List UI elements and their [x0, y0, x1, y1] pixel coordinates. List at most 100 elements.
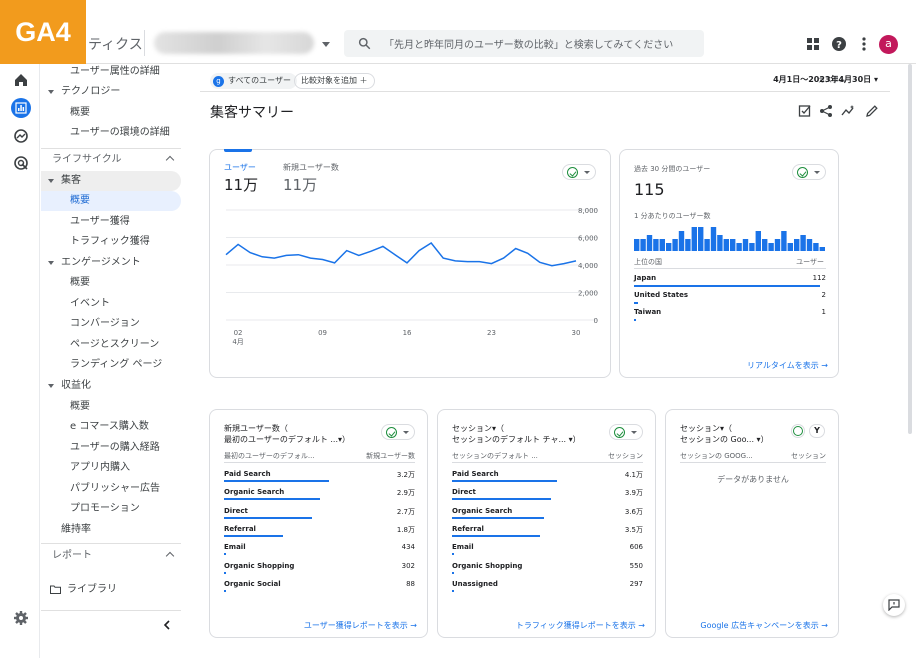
nav-group-acquisition[interactable]: 集客 — [41, 171, 181, 191]
nav-item-acq-overview[interactable]: 概要 — [41, 191, 181, 211]
per-minute-bar — [653, 239, 659, 251]
nav-item-demographic-details[interactable]: ユーザー属性の詳細 — [41, 62, 160, 82]
gear-icon[interactable] — [13, 610, 29, 626]
property-selector-blurred[interactable] — [154, 32, 314, 54]
table-row[interactable]: Referral 3.5万 — [452, 522, 643, 540]
row-dimension: Organic Search — [452, 506, 513, 515]
nav-item-traffic-acquisition[interactable]: トラフィック獲得 — [41, 232, 150, 252]
row-dimension: Organic Social — [224, 579, 281, 588]
chevron-up-icon — [165, 155, 175, 165]
table-row[interactable]: Direct 3.9万 — [452, 485, 643, 503]
property-separator — [144, 30, 145, 56]
date-range-picker[interactable]: 4月1日～2023年4月30日 ▾ — [773, 74, 878, 85]
x-tick-sublabel: 4月 — [232, 338, 243, 346]
view-user-acquisition-link[interactable]: ユーザー獲得レポートを表示 → — [304, 620, 417, 631]
compare-toggle-button[interactable] — [609, 424, 643, 440]
home-icon[interactable] — [13, 72, 29, 88]
nav-item-pages-screens[interactable]: ページとスクリーン — [41, 335, 159, 355]
feedback-button[interactable] — [883, 594, 905, 616]
nav-section-lifecycle[interactable]: ライフサイクル — [41, 150, 181, 170]
table-row[interactable]: Paid Search 3.2万 — [224, 467, 415, 485]
table-row[interactable]: Paid Search 4.1万 — [452, 467, 643, 485]
page-scrollbar[interactable] — [908, 64, 912, 434]
compare-toggle-button[interactable] — [791, 424, 805, 438]
nav-item-tech-overview[interactable]: 概要 — [41, 103, 90, 123]
view-realtime-link[interactable]: リアルタイムを表示 → — [747, 360, 828, 371]
card-title[interactable]: セッション▾（ セッションのデフォルト チャ... ▾） — [452, 423, 581, 445]
table-row[interactable]: Organic Shopping 550 — [452, 559, 643, 577]
nav-item-conversions[interactable]: コンバージョン — [41, 314, 140, 334]
chevron-down-icon[interactable] — [322, 42, 330, 47]
nav-item-ecommerce[interactable]: e コマース購入数 — [41, 417, 149, 437]
realtime-value: 115 — [634, 180, 665, 199]
add-comparison-button[interactable]: 比較対象を追加 ＋ — [294, 73, 375, 89]
nav-item-promotions[interactable]: プロモーション — [41, 499, 140, 519]
table-row[interactable]: Email 434 — [224, 540, 415, 558]
nav-item-publisher-ads[interactable]: パブリッシャー広告 — [41, 479, 160, 499]
nav-item-retention[interactable]: 維持率 — [41, 520, 91, 540]
table-row[interactable]: Organic Search 2.9万 — [224, 485, 415, 503]
nav-group-engagement[interactable]: エンゲージメント — [41, 253, 141, 273]
edit-pencil-icon[interactable] — [865, 104, 879, 118]
row-value: 3.5万 — [624, 525, 643, 534]
table-row[interactable]: Direct 2.7万 — [224, 504, 415, 522]
nav-item-tech-details[interactable]: ユーザーの環境の詳細 — [41, 123, 170, 143]
insights-icon[interactable] — [841, 104, 855, 118]
nav-item-in-app-purchase[interactable]: アプリ内購入 — [41, 458, 130, 478]
view-traffic-acquisition-link[interactable]: トラフィック獲得レポートを表示 → — [516, 620, 645, 631]
view-google-ads-link[interactable]: Google 広告キャンペーンを表示 → — [700, 620, 828, 631]
table-row[interactable]: Organic Shopping 302 — [224, 559, 415, 577]
help-icon[interactable]: ? — [831, 36, 847, 52]
nav-item-events[interactable]: イベント — [41, 294, 110, 314]
search-bar[interactable]: 「先月と昨年同月のユーザー数の比較」と検索してみてください — [344, 30, 704, 57]
row-value: 1.8万 — [396, 525, 415, 534]
caret-down-icon — [814, 171, 820, 174]
nav-item-eng-overview[interactable]: 概要 — [41, 273, 90, 293]
reports-button[interactable] — [11, 98, 31, 118]
nav-item-purchase-journey[interactable]: ユーザーの購入経路 — [41, 438, 160, 458]
segment-chip-all-users[interactable]: g すべてのユーザー — [210, 73, 297, 89]
more-vert-icon[interactable] — [856, 36, 872, 52]
collapse-chevron-icon[interactable] — [163, 620, 171, 630]
explore-icon[interactable] — [13, 128, 29, 144]
table-row[interactable]: Organic Social 88 — [224, 577, 415, 595]
row-value: 434 — [401, 543, 415, 552]
column-header-metric: セッション — [791, 452, 826, 460]
nav-section-reports[interactable]: レポート — [41, 546, 181, 566]
table-row[interactable]: Organic Search 3.6万 — [452, 504, 643, 522]
per-minute-bar — [646, 235, 653, 251]
filter-button[interactable]: Y — [809, 424, 825, 438]
compare-toggle-button[interactable] — [562, 164, 596, 180]
customize-report-icon[interactable] — [798, 104, 812, 118]
row-dimension: Organic Shopping — [452, 561, 523, 570]
row-value: 2.7万 — [396, 507, 415, 516]
series-line-users — [225, 242, 577, 267]
per-minute-bar — [704, 239, 710, 251]
nav-group-monetization[interactable]: 収益化 — [41, 376, 91, 396]
nav-item-library[interactable]: ライブラリ — [50, 580, 117, 600]
card-title[interactable]: 新規ユーザー数（ 最初のユーザーのデフォルト ...▾） — [224, 423, 350, 445]
share-icon[interactable] — [819, 104, 833, 118]
nav-item-user-acquisition[interactable]: ユーザー獲得 — [41, 212, 130, 232]
row-value: 3.6万 — [624, 507, 643, 516]
search-icon — [358, 37, 371, 50]
nav-item-mon-overview[interactable]: 概要 — [41, 397, 90, 417]
table-row: United States 2 — [634, 288, 826, 305]
compare-toggle-button[interactable] — [792, 164, 826, 180]
table-row[interactable]: Email 606 — [452, 540, 643, 558]
apps-grid-icon[interactable] — [805, 36, 821, 52]
metric-tab-users-label[interactable]: ユーザー — [224, 162, 256, 173]
per-minute-bar — [723, 239, 729, 251]
advertising-icon[interactable] — [13, 155, 29, 171]
avatar[interactable]: a — [879, 35, 898, 54]
compare-toggle-button[interactable] — [381, 424, 415, 440]
nav-item-landing-page[interactable]: ランディング ページ — [41, 355, 162, 375]
card-title[interactable]: セッション▾（ セッションの Goo... ▾） — [680, 423, 769, 445]
nav-group-technology[interactable]: テクノロジー — [41, 82, 120, 102]
metric-tab-new-users-label[interactable]: 新規ユーザー数 — [283, 162, 339, 173]
table-row[interactable]: Referral 1.8万 — [224, 522, 415, 540]
svg-text:?: ? — [836, 40, 842, 51]
column-header-users: ユーザー — [796, 258, 824, 266]
per-minute-bar — [666, 243, 672, 251]
table-row[interactable]: Unassigned 297 — [452, 577, 643, 595]
